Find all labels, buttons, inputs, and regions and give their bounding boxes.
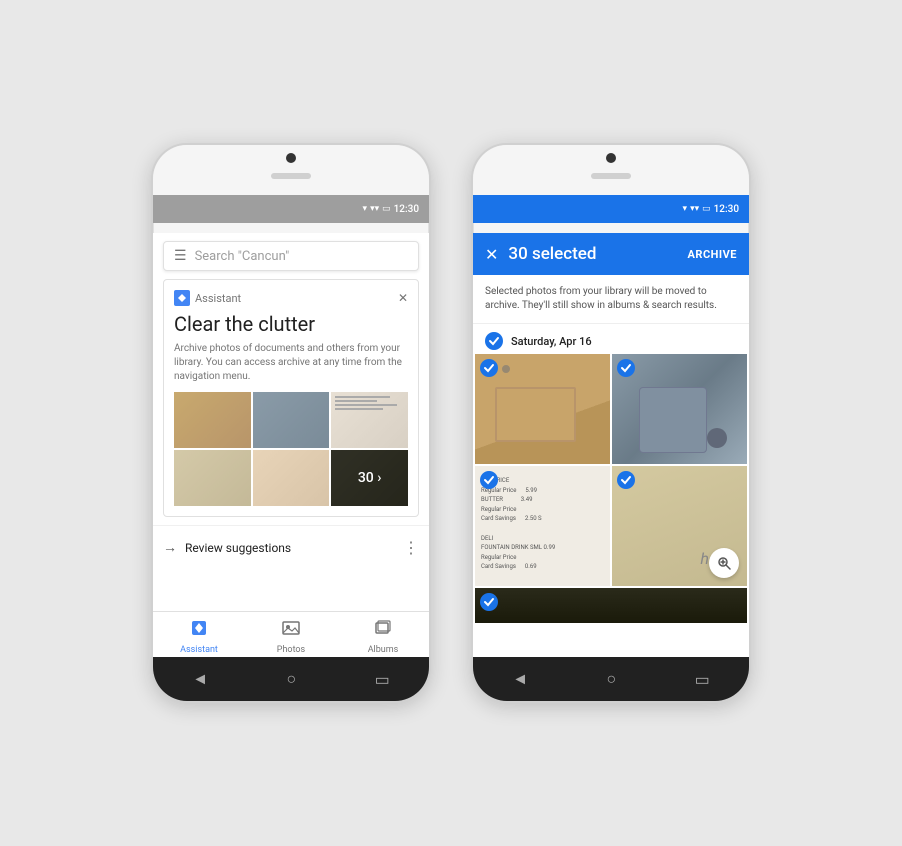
albums-nav-label: Albums (368, 645, 399, 655)
battery-icon: ▭ (382, 204, 391, 214)
photo-5-check (480, 593, 498, 611)
phone-2: ▾ ▾▾ ▭ 12:30 ✕ 30 selected ARCHIVE Selec… (471, 143, 751, 703)
assistant-card: Assistant ✕ Clear the clutter Archive ph… (163, 279, 419, 517)
nav-tab-albums[interactable]: Albums (337, 618, 429, 655)
nav-tab-photos[interactable]: Photos (245, 618, 337, 655)
photo-cell-2[interactable] (253, 392, 330, 448)
photo-4-check (617, 471, 635, 489)
selected-photo-4[interactable]: hello (612, 466, 747, 586)
battery-icon-2: ▭ (702, 204, 711, 214)
zoom-button[interactable] (709, 548, 739, 578)
photos-nav-icon (281, 618, 301, 643)
nav-tab-assistant[interactable]: Assistant (153, 618, 245, 655)
phone-2-bottom-bar: ◄ ○ ▭ (473, 657, 749, 701)
photo-cell-3[interactable] (331, 392, 408, 448)
home-nav-icon[interactable]: ○ (287, 669, 297, 689)
photo-1-check (480, 359, 498, 377)
phone-1-time: 12:30 (394, 204, 419, 215)
phone-1-top (153, 145, 429, 195)
review-label: Review suggestions (185, 541, 291, 555)
photo-preview-grid: 30 › (174, 392, 408, 506)
home-nav-icon-2[interactable]: ○ (607, 669, 617, 689)
signal-icon: ▾▾ (370, 204, 379, 214)
phone-1-speaker (271, 173, 311, 179)
assistant-nav-icon (189, 618, 209, 643)
selection-bar: ✕ 30 selected ARCHIVE (473, 233, 749, 275)
phone-2-statusbar: ▾ ▾▾ ▭ 12:30 (473, 195, 749, 223)
phone-1-status-icons: ▾ ▾▾ ▭ 12:30 (363, 204, 419, 215)
albums-nav-icon (373, 618, 393, 643)
phone-1: ▾ ▾▾ ▭ 12:30 ☰ Search "Cancun" (151, 143, 431, 703)
assistant-icon (174, 290, 190, 306)
phone-1-statusbar: ▾ ▾▾ ▭ 12:30 (153, 195, 429, 223)
wifi-icon: ▾ (363, 204, 368, 214)
back-nav-icon-2[interactable]: ◄ (512, 669, 528, 689)
menu-icon[interactable]: ☰ (174, 248, 187, 264)
card-title: Clear the clutter (174, 312, 408, 336)
phone-2-content: ✕ 30 selected ARCHIVE Selected photos fr… (473, 233, 749, 657)
more-options-icon[interactable]: ⋮ (403, 538, 419, 557)
photo-cell-5[interactable] (253, 450, 330, 506)
photo-cell-4[interactable] (174, 450, 251, 506)
assistant-card-header: Assistant ✕ (174, 290, 408, 306)
date-label: Saturday, Apr 16 (511, 335, 592, 348)
assistant-title-row: Assistant (174, 290, 241, 306)
close-assistant-button[interactable]: ✕ (398, 291, 408, 305)
date-section: Saturday, Apr 16 (473, 324, 749, 354)
photo-grid-row1 (473, 354, 749, 464)
photo-cell-1[interactable] (174, 392, 251, 448)
date-select-checkbox[interactable] (485, 332, 503, 350)
selected-photo-5[interactable] (475, 588, 747, 623)
archive-notice: Selected photos from your library will b… (473, 275, 749, 324)
signal-icon-2: ▾▾ (690, 204, 699, 214)
card-description: Archive photos of documents and others f… (174, 342, 408, 384)
phone-1-camera (286, 153, 296, 163)
search-bar[interactable]: ☰ Search "Cancun" (163, 241, 419, 271)
phone-2-camera (606, 153, 616, 163)
phone-2-speaker (591, 173, 631, 179)
review-left: → Review suggestions (163, 539, 291, 556)
search-placeholder: Search "Cancun" (195, 249, 290, 264)
selection-count: 30 selected (508, 244, 687, 264)
review-suggestions-row[interactable]: → Review suggestions ⋮ (153, 525, 429, 569)
photos-nav-label: Photos (277, 645, 305, 655)
assistant-label: Assistant (195, 292, 241, 305)
photo-2-check (617, 359, 635, 377)
close-selection-button[interactable]: ✕ (485, 245, 498, 264)
selected-photo-1[interactable] (475, 354, 610, 464)
recents-nav-icon[interactable]: ▭ (375, 670, 390, 689)
phone-1-bottom-bar: ◄ ○ ▭ (153, 657, 429, 701)
wifi-icon-2: ▾ (683, 204, 688, 214)
back-nav-icon[interactable]: ◄ (192, 669, 208, 689)
phone-1-content: ☰ Search "Cancun" Assistant ✕ (153, 233, 429, 657)
photo-cell-6[interactable]: 30 › (331, 450, 408, 506)
phone-2-top (473, 145, 749, 195)
bottom-navigation: Assistant Photos (153, 611, 429, 657)
selected-photo-2[interactable] (612, 354, 747, 464)
assistant-nav-label: Assistant (180, 645, 218, 655)
phones-container: ▾ ▾▾ ▭ 12:30 ☰ Search "Cancun" (151, 143, 751, 703)
phone-2-time: 12:30 (714, 204, 739, 215)
photo-partial-row (473, 588, 749, 623)
archive-button[interactable]: ARCHIVE (688, 248, 738, 261)
recents-nav-icon-2[interactable]: ▭ (695, 670, 710, 689)
more-count-label: 30 › (358, 470, 382, 486)
arrow-icon: → (163, 539, 177, 556)
phone-2-status-icons: ▾ ▾▾ ▭ 12:30 (683, 204, 739, 215)
photo-grid-row2: CHIN RICE Regular Price 5.99 BUTTER 3.49… (473, 466, 749, 586)
selected-photo-3[interactable]: CHIN RICE Regular Price 5.99 BUTTER 3.49… (475, 466, 610, 586)
more-photos-overlay[interactable]: 30 › (331, 450, 408, 506)
photo-3-check (480, 471, 498, 489)
